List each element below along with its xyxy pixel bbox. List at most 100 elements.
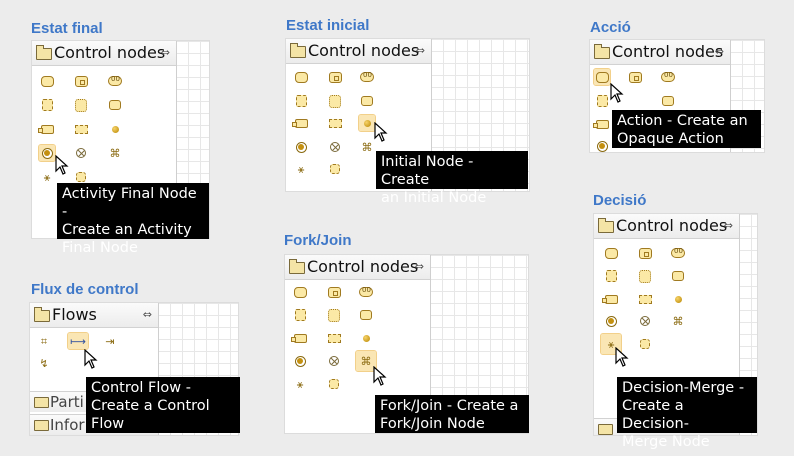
value-node-tool[interactable] xyxy=(660,93,676,109)
collapse-icon[interactable]: ⇔ xyxy=(724,219,733,232)
folder-icon xyxy=(290,43,306,58)
loop-node-tool[interactable] xyxy=(326,307,342,323)
expansion-region-tool[interactable] xyxy=(326,330,342,346)
fork-join-tool[interactable]: ⌘ xyxy=(670,313,686,329)
opaque-action-tool[interactable] xyxy=(292,284,308,300)
pin-icon xyxy=(592,119,609,129)
flow-final-node-tool[interactable] xyxy=(73,145,89,161)
object-node-tool[interactable] xyxy=(670,245,686,261)
collapse-icon[interactable]: ⇔ xyxy=(161,46,170,59)
value-node-tool[interactable] xyxy=(107,97,123,113)
collapse-icon[interactable]: ⇔ xyxy=(143,308,152,321)
tooltip-decision-merge: Decision-Merge - Create a Decision- Merg… xyxy=(617,377,757,450)
object-flow-tool[interactable]: ⇥ xyxy=(100,333,120,349)
decision-merge-tool[interactable]: ⚹ xyxy=(39,169,55,185)
collapse-icon[interactable]: ⇔ xyxy=(416,44,425,57)
merge-tool[interactable] xyxy=(327,161,343,177)
object-node-tool[interactable] xyxy=(358,284,374,300)
call-behavior-tool[interactable] xyxy=(73,73,89,89)
mouse-pointer-icon xyxy=(610,83,624,103)
activity-final-icon xyxy=(41,147,53,159)
initial-node-tool[interactable] xyxy=(358,114,376,132)
structured-node-icon xyxy=(596,95,608,107)
flow-final-node-tool[interactable] xyxy=(327,139,343,155)
loop-node-tool[interactable] xyxy=(327,93,343,109)
object-node-tool[interactable] xyxy=(359,69,375,85)
expansion-region-icon xyxy=(74,124,88,134)
call-behavior-icon xyxy=(328,71,342,83)
value-node-tool[interactable] xyxy=(359,93,375,109)
structured-node-tool[interactable] xyxy=(603,268,619,284)
interrupt-flow-tool[interactable]: ↯ xyxy=(36,355,52,371)
value-node-tool[interactable] xyxy=(670,268,686,284)
collapse-icon[interactable]: ⇔ xyxy=(715,45,724,58)
pin-node-tool[interactable] xyxy=(291,115,309,131)
pin-node-tool[interactable] xyxy=(592,116,610,132)
value-node-tool[interactable] xyxy=(358,307,374,323)
pin-node-tool[interactable] xyxy=(601,291,619,307)
flows-header[interactable]: Flows ⇔ xyxy=(30,303,158,328)
object-node-icon xyxy=(661,71,675,82)
object-node-icon xyxy=(359,286,373,297)
structured-node-tool[interactable] xyxy=(39,97,55,113)
object-node-tool[interactable] xyxy=(107,73,123,89)
expansion-region-tool[interactable] xyxy=(73,121,89,137)
folder-icon xyxy=(289,259,305,274)
flow-final-node-tool[interactable] xyxy=(326,353,342,369)
activity-final-icon xyxy=(294,355,306,367)
merge-tool[interactable] xyxy=(637,336,653,352)
initial-node-tool[interactable] xyxy=(107,121,123,137)
interrupt-flow-icon: ↯ xyxy=(39,356,49,370)
folder-icon xyxy=(594,44,610,59)
loop-node-tool[interactable] xyxy=(637,268,653,284)
opaque-action-tool[interactable] xyxy=(293,69,309,85)
action-icon xyxy=(595,71,609,83)
object-node-tool[interactable] xyxy=(660,69,676,85)
merge-tool[interactable] xyxy=(326,376,342,392)
activity-final-node-tool[interactable] xyxy=(38,144,56,162)
call-behavior-tool[interactable] xyxy=(637,245,653,261)
activity-final-node-tool[interactable] xyxy=(293,139,309,155)
decision-merge-tool[interactable]: ⚹ xyxy=(293,161,309,177)
loop-node-tool[interactable] xyxy=(73,97,89,113)
action-icon xyxy=(40,75,54,87)
collapse-icon[interactable]: ⇔ xyxy=(415,260,424,273)
structured-node-tool[interactable] xyxy=(594,93,610,109)
control-nodes-header[interactable]: Control nodes ⇔ xyxy=(590,40,730,65)
call-behavior-tool[interactable] xyxy=(327,69,343,85)
expansion-region-tool[interactable] xyxy=(327,115,343,131)
expansion-region-icon xyxy=(327,333,341,343)
decision-merge-tool[interactable]: ⚹ xyxy=(292,376,308,392)
expansion-region-icon xyxy=(328,118,342,128)
call-behavior-tool[interactable] xyxy=(627,69,643,85)
control-nodes-header[interactable]: Control nodes ⇔ xyxy=(286,39,431,64)
initial-node-tool[interactable] xyxy=(670,291,686,307)
folder-icon xyxy=(598,218,614,233)
control-flow-tool[interactable]: ⟼ xyxy=(67,332,89,350)
control-nodes-header[interactable]: Control nodes ⇔ xyxy=(594,214,739,239)
control-nodes-header[interactable]: Control nodes ⇔ xyxy=(32,41,176,66)
opaque-action-tool[interactable] xyxy=(603,245,619,261)
activity-final-node-tool[interactable] xyxy=(292,353,308,369)
opaque-action-tool[interactable] xyxy=(39,73,55,89)
initial-node-tool[interactable] xyxy=(358,330,374,346)
pin-icon xyxy=(291,118,308,128)
activity-final-node-tool[interactable] xyxy=(603,313,619,329)
information-label: Infor xyxy=(50,416,85,434)
control-nodes-header[interactable]: Control nodes ⇔ xyxy=(285,255,430,280)
fork-join-tool[interactable]: ⌘ xyxy=(107,145,123,161)
activity-final-node-tool[interactable] xyxy=(594,138,610,152)
structured-node-tool[interactable] xyxy=(292,307,308,323)
call-behavior-tool[interactable] xyxy=(326,284,342,300)
exception-handler-tool[interactable]: ⌗ xyxy=(36,333,52,349)
pin-node-tool[interactable] xyxy=(37,121,55,137)
pin-node-tool[interactable] xyxy=(290,330,308,346)
control-nodes-label: Control nodes xyxy=(616,216,728,235)
flow-final-icon xyxy=(76,148,86,158)
expansion-region-tool[interactable] xyxy=(637,291,653,307)
fork-join-tool[interactable]: ⌘ xyxy=(359,139,375,155)
merge-icon xyxy=(329,379,339,389)
flow-final-node-tool[interactable] xyxy=(637,313,653,329)
structured-node-tool[interactable] xyxy=(293,93,309,109)
opaque-action-tool[interactable] xyxy=(593,68,611,86)
